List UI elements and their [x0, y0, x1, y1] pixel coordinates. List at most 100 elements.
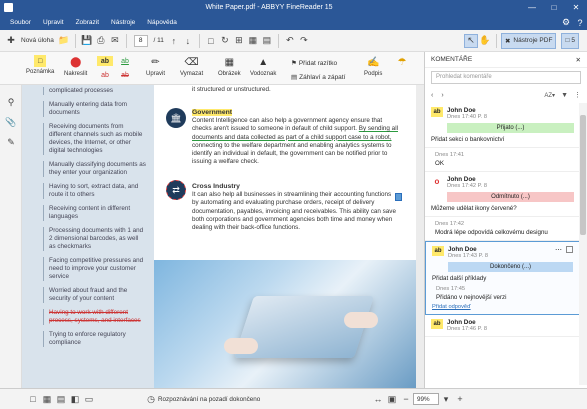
edit-tool[interactable]: ✏ Upravit — [146, 55, 165, 78]
comment-user: John Doe — [447, 176, 476, 183]
header-footer-label: Záhlaví a zápatí — [299, 73, 346, 81]
view-pages-icon[interactable]: ▤ — [54, 392, 68, 406]
government-building-icon: 🏛 — [166, 108, 186, 128]
pdf-tools-button[interactable]: ✖ Nástroje PDF — [500, 32, 557, 49]
zoom-dropdown-icon[interactable]: ▾ — [439, 392, 453, 406]
title-bar: White Paper.pdf - ABBYY FineReader 15 — … — [0, 0, 587, 15]
save-icon[interactable]: 💾 — [80, 34, 94, 48]
protect-tool[interactable]: ☂ — [394, 55, 410, 69]
hand-image — [344, 312, 378, 328]
view-spread-icon[interactable]: ◧ — [68, 392, 82, 406]
undo-icon[interactable]: ↶ — [283, 34, 297, 48]
zoom-out-icon[interactable]: − — [399, 392, 413, 406]
redo-icon[interactable]: ↷ — [297, 34, 311, 48]
status-bar: □ ▦ ▤ ◧ ▭ ◷ Rozpoznávání na pozadí dokon… — [0, 388, 587, 409]
document-view[interactable]: it structured or unstructured. 🏛 Governm… — [154, 85, 416, 388]
new-task-button[interactable]: Nová úloha — [18, 33, 57, 49]
comment-date: Dnes 17:46 P. 8 — [447, 326, 488, 332]
image-tool[interactable]: ▦ Obrázek — [218, 55, 241, 78]
page-number-input[interactable]: 8 — [133, 34, 148, 47]
view-full-icon[interactable]: ▭ — [82, 392, 96, 406]
reply-item[interactable]: Dnes 17:42 Modrá lépe odpovídá celkovému… — [425, 217, 580, 241]
view-text-icon[interactable]: ▦ — [40, 392, 54, 406]
doc-line: identify an individual in default, the g… — [192, 150, 388, 158]
reply-item[interactable]: Dnes 17:41 OK — [425, 148, 580, 172]
zoom-select[interactable]: 99% — [413, 393, 439, 405]
next-page-icon[interactable]: ↓ — [181, 34, 195, 48]
strike-tool[interactable]: ab — [117, 70, 133, 80]
fit-width-icon[interactable]: ↔ — [371, 392, 385, 406]
signature-tool[interactable]: ✍ Podpis — [364, 55, 382, 78]
draw-tool[interactable]: ⬤ Nakreslit — [64, 55, 88, 78]
doc-line: documents and data collected as part of … — [192, 133, 392, 141]
status-badge[interactable]: Přijato (...) — [447, 123, 574, 133]
open-folder-icon[interactable]: 📁 — [57, 34, 71, 48]
email-icon[interactable]: ✉ — [108, 34, 122, 48]
more-icon[interactable]: ⋯ — [555, 246, 562, 254]
search-icon[interactable]: ⚲ — [0, 92, 22, 112]
view-single-icon[interactable]: □ — [26, 392, 40, 406]
underline-tool[interactable]: ab — [117, 56, 133, 66]
watermark-icon: ▲ — [258, 56, 269, 68]
highlight-tool[interactable]: ab — [97, 56, 113, 66]
comment-item-selected[interactable]: ab John Doe Dnes 17:43 P. 8 ⋯ Dokončeno … — [425, 241, 580, 315]
comment-text: Přidat další příklady — [432, 275, 487, 282]
scrollbar-thumb[interactable] — [580, 115, 586, 235]
sort-icon[interactable]: AZ▾ — [544, 92, 555, 99]
watermark-tool[interactable]: ▲ Vodoznak — [250, 55, 276, 78]
hand-tool-icon[interactable]: ✋ — [478, 34, 492, 48]
page-layout-icon[interactable]: ▤ — [260, 34, 274, 48]
erase-tool[interactable]: ⌫ Vymazat — [180, 55, 203, 78]
menu-view[interactable]: Zobrazit — [70, 19, 105, 26]
menu-tools[interactable]: Nástroje — [105, 19, 141, 26]
prev-page-icon[interactable]: ↑ — [167, 34, 181, 48]
highlight-badge-icon: ab — [432, 246, 444, 256]
checkbox-icon[interactable] — [566, 246, 573, 253]
wave-tool[interactable]: ab — [97, 70, 113, 80]
draw-label: Nakreslit — [64, 71, 88, 77]
note-label: Poznámka — [26, 69, 55, 75]
print-icon[interactable]: ⎙ — [94, 34, 108, 48]
page-image-icon[interactable]: ▦ — [246, 34, 260, 48]
next-comment-icon[interactable]: › — [441, 92, 443, 99]
menu-edit[interactable]: Upravit — [37, 19, 70, 26]
rotate-icon[interactable]: ↻ — [218, 34, 232, 48]
page-add-icon[interactable]: □ — [204, 34, 218, 48]
header-footer-button[interactable]: ▤ Záhlaví a zápatí — [288, 69, 348, 85]
more-icon[interactable]: ⋮ — [574, 91, 581, 99]
comment-item[interactable]: ab John Doe Dnes 17:46 P. 8 — [425, 315, 580, 337]
note-tool[interactable]: □ Poznámka — [26, 55, 54, 75]
status-badge[interactable]: Odmítnuto (...) — [447, 192, 574, 202]
comment-marker-icon[interactable] — [395, 193, 402, 201]
prev-comment-icon[interactable]: ‹ — [431, 92, 433, 99]
close-pane-icon[interactable]: ✕ — [576, 56, 581, 64]
comment-item[interactable]: o John Doe Dnes 17:42 P. 8 Odmítnuto (..… — [425, 172, 580, 217]
filter-icon[interactable]: ▼ — [561, 92, 568, 99]
crop-icon[interactable]: ⊞ — [232, 34, 246, 48]
comments-search-input[interactable]: Prohledat komentáře — [431, 71, 581, 84]
comments-scrollbar[interactable] — [579, 103, 587, 385]
menu-file[interactable]: Soubor — [4, 19, 37, 26]
comments-button[interactable]: □ 5 — [561, 32, 579, 49]
close-icon[interactable]: ✕ — [565, 3, 587, 12]
maximize-icon[interactable]: □ — [543, 3, 565, 12]
list-item: Worried about fraud and the security of … — [22, 287, 154, 303]
menu-help[interactable]: Nápověda — [141, 19, 183, 26]
attachments-icon[interactable]: 📎 — [0, 112, 22, 132]
status-badge[interactable]: Dokončeno (...) — [448, 262, 573, 272]
minimize-icon[interactable]: — — [521, 3, 543, 12]
list-item: Having to sort, extract data, and route … — [22, 183, 154, 199]
add-reply-link[interactable]: Přidat odpověď — [432, 304, 573, 310]
comment-date: Dnes 17:43 P. 8 — [448, 253, 489, 259]
fit-page-icon[interactable]: ▣ — [385, 392, 399, 406]
highlight-badge-icon: ab — [431, 319, 443, 329]
doc-scrollbar[interactable] — [416, 85, 424, 388]
list-item: Receiving content in different languages — [22, 205, 154, 221]
comment-item[interactable]: ab John Doe Dnes 17:40 P. 8 Přijato (...… — [425, 103, 580, 148]
settings-icon[interactable]: ⚙ — [559, 17, 573, 28]
help-icon[interactable]: ? — [573, 18, 587, 28]
zoom-in-icon[interactable]: + — [453, 392, 467, 406]
signatures-icon[interactable]: ✎ — [0, 132, 22, 152]
select-tool-icon[interactable]: ↖ — [463, 33, 478, 48]
app-icon — [4, 3, 13, 12]
